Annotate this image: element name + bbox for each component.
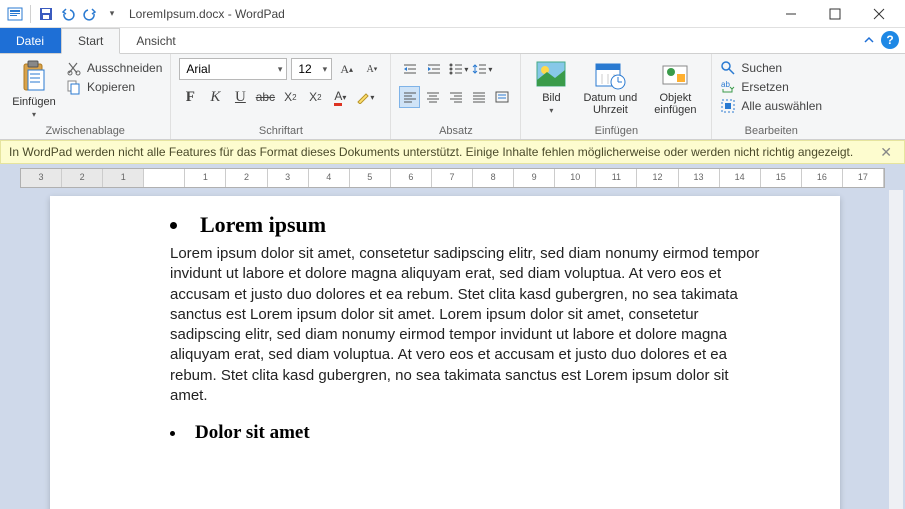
tab-view[interactable]: Ansicht (120, 28, 192, 53)
bullets-button[interactable]: ▾ (447, 58, 469, 80)
grow-font-button[interactable]: A▴ (336, 58, 357, 80)
bold-button[interactable]: F (179, 86, 201, 108)
shrink-font-button[interactable]: A▾ (361, 58, 382, 80)
ribbon: Einfügen ▾ Ausschneiden Kopieren Zwische… (0, 54, 905, 140)
copy-button[interactable]: Kopieren (66, 79, 162, 95)
italic-button[interactable]: K (204, 86, 226, 108)
subscript-button[interactable]: X2 (279, 86, 301, 108)
svg-text:ab: ab (721, 80, 730, 89)
insert-datetime-button[interactable]: Datum und Uhrzeit (579, 58, 641, 116)
group-paragraph: ▾ ▾ Absatz (391, 54, 521, 139)
heading-1: Lorem ipsum (170, 212, 770, 238)
group-clipboard: Einfügen ▾ Ausschneiden Kopieren Zwische… (0, 54, 171, 139)
compatibility-warning-bar: In WordPad werden nicht alle Features fü… (0, 140, 905, 164)
justify-button[interactable] (468, 86, 489, 108)
document-page[interactable]: Lorem ipsum Lorem ipsum dolor sit amet, … (50, 196, 840, 509)
heading-2: Dolor sit amet (170, 422, 770, 444)
font-family-combo[interactable]: Arial▾ (179, 58, 287, 80)
align-center-button[interactable] (422, 86, 443, 108)
copy-icon (66, 79, 82, 95)
align-right-button[interactable] (445, 86, 466, 108)
paragraph-dialog-button[interactable] (491, 86, 512, 108)
vertical-scrollbar[interactable] (889, 190, 903, 509)
quick-access-toolbar: ▾ (4, 5, 121, 23)
underline-button[interactable]: U (229, 86, 251, 108)
increase-indent-button[interactable] (423, 58, 445, 80)
warning-text: In WordPad werden nicht alle Features fü… (9, 145, 853, 159)
replace-icon: ab (720, 79, 736, 95)
group-font: Arial▾ 12▾ A▴ A▾ F K U abc X2 X2 A▾ ▾ (171, 54, 391, 139)
decrease-indent-button[interactable] (399, 58, 421, 80)
horizontal-ruler[interactable]: 3 2 1 1 2 3 4 5 6 7 8 9 10 11 12 13 14 1… (20, 168, 885, 188)
cut-button[interactable]: Ausschneiden (66, 60, 162, 76)
scissors-icon (66, 60, 82, 76)
maximize-button[interactable] (813, 0, 857, 28)
collapse-ribbon-icon[interactable] (863, 34, 875, 46)
close-button[interactable] (857, 0, 901, 28)
search-icon (720, 60, 736, 76)
save-icon[interactable] (37, 5, 55, 23)
font-color-button[interactable]: A▾ (329, 86, 351, 108)
minimize-button[interactable] (769, 0, 813, 28)
strikethrough-button[interactable]: abc (254, 86, 276, 108)
redo-icon[interactable] (81, 5, 99, 23)
find-button[interactable]: Suchen (720, 60, 822, 76)
align-left-button[interactable] (399, 86, 420, 108)
tab-file[interactable]: Datei (0, 28, 61, 53)
tab-start[interactable]: Start (61, 28, 120, 54)
line-spacing-button[interactable]: ▾ (471, 58, 493, 80)
insert-picture-button[interactable]: Bild ▾ (529, 58, 573, 115)
help-button[interactable]: ? (881, 31, 899, 49)
title-bar: ▾ LoremIpsum.docx - WordPad (0, 0, 905, 28)
group-insert: Bild ▾ Datum und Uhrzeit Objekt einfügen… (521, 54, 712, 139)
replace-button[interactable]: ab Ersetzen (720, 79, 822, 95)
ribbon-tabs: Datei Start Ansicht ? (0, 28, 905, 54)
paragraph-1: Lorem ipsum dolor sit amet, consetetur s… (170, 244, 770, 406)
window-title: LoremIpsum.docx - WordPad (129, 7, 285, 21)
qat-dropdown-icon[interactable]: ▾ (103, 5, 121, 23)
insert-object-button[interactable]: Objekt einfügen (647, 58, 703, 116)
font-size-combo[interactable]: 12▾ (291, 58, 332, 80)
document-area: 3 2 1 1 2 3 4 5 6 7 8 9 10 11 12 13 14 1… (0, 164, 905, 509)
superscript-button[interactable]: X2 (304, 86, 326, 108)
app-icon[interactable] (6, 5, 24, 23)
select-all-icon (720, 98, 736, 114)
undo-icon[interactable] (59, 5, 77, 23)
warning-close-button[interactable]: ✕ (876, 144, 896, 161)
select-all-button[interactable]: Alle auswählen (720, 98, 822, 114)
group-editing: Suchen ab Ersetzen Alle auswählen Bearbe… (712, 54, 830, 139)
highlight-button[interactable]: ▾ (354, 86, 376, 108)
paste-button[interactable]: Einfügen ▾ (8, 58, 60, 119)
